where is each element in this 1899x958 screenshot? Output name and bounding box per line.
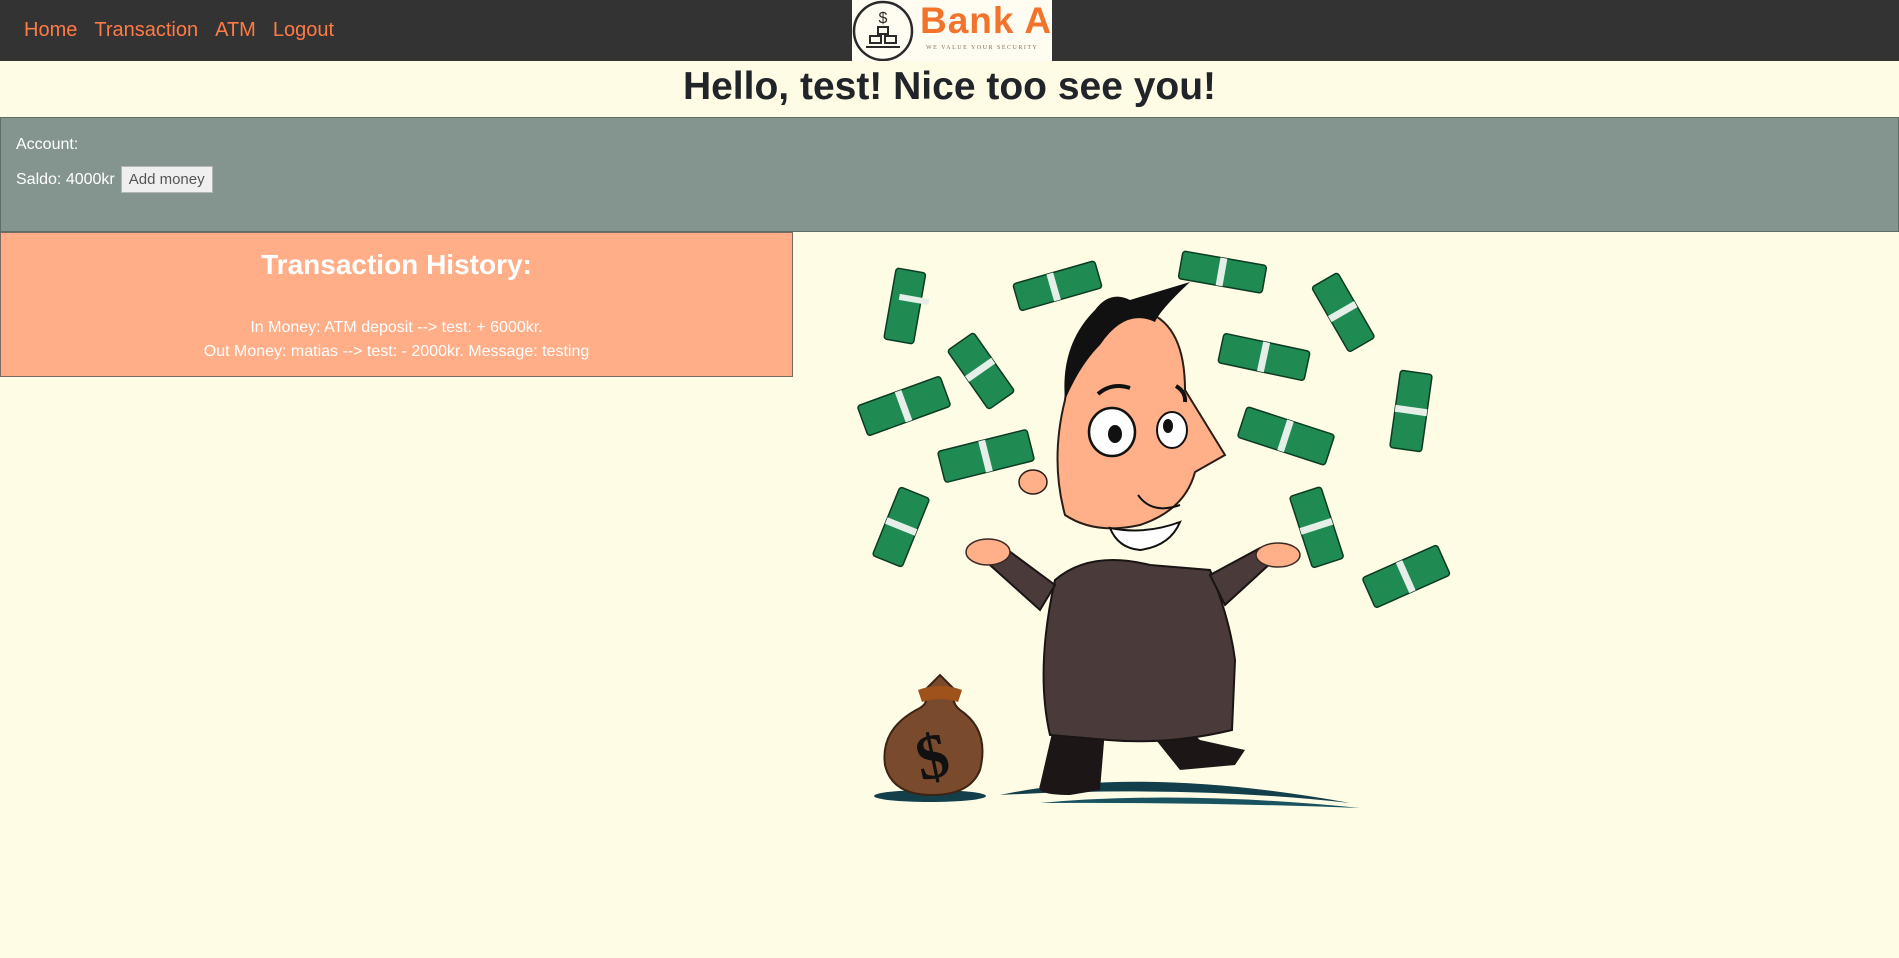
page-title: Hello, test! Nice too see you! (682, 65, 1217, 108)
logo-tagline: WE VALUE YOUR SECURITY (926, 45, 1039, 51)
history-entry: In Money: ATM deposit --> test: + 6000kr… (250, 319, 543, 336)
history-list: In Money: ATM deposit --> test: + 6000kr… (1, 316, 792, 364)
history-title: Transaction History: (261, 249, 532, 280)
nav-logout-link[interactable]: Logout (273, 19, 334, 42)
nav-links: Home Transaction ATM Logout (24, 0, 351, 61)
svg-text:$: $ (879, 10, 888, 27)
dollar-gold-bars-icon: $ (852, 0, 914, 61)
account-panel: Account: Saldo: 4000kr Add money (0, 117, 1899, 232)
man-with-money-illustration: $ (857, 250, 1451, 808)
transaction-history-panel: Transaction History: In Money: ATM depos… (0, 232, 793, 377)
bank-logo: $ Bank A WE VALUE YOUR SECURITY (852, 0, 1052, 61)
nav-transaction-link[interactable]: Transaction (94, 19, 198, 42)
top-navbar: Home Transaction ATM Logout $ Bank A WE … (0, 0, 1899, 61)
logo-text: Bank A (920, 0, 1052, 41)
account-label: Account: (16, 136, 79, 153)
history-entry: Out Money: matias --> test: - 2000kr. Me… (203, 343, 590, 360)
saldo-row: Saldo: 4000kr Add money (16, 166, 213, 193)
nav-home-link[interactable]: Home (24, 19, 77, 42)
saldo-value: Saldo: 4000kr (16, 170, 115, 188)
add-money-button[interactable]: Add money (120, 166, 213, 193)
nav-atm-link[interactable]: ATM (215, 19, 256, 42)
